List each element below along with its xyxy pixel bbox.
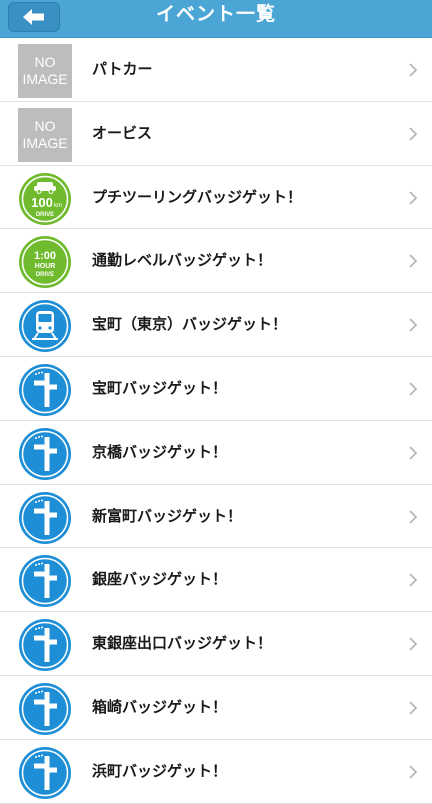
chevron-right-icon — [409, 63, 418, 77]
list-item[interactable]: 箱崎バッジゲット！ — [0, 675, 432, 740]
chevron-right-icon — [409, 254, 418, 269]
list-item[interactable]: 京橋バッジゲット！ — [0, 420, 432, 485]
no-image-text-line1: NO — [34, 54, 56, 70]
junction-badge-icon — [19, 427, 71, 480]
junction-badge-icon — [19, 555, 71, 608]
list-item-label: オービス — [92, 123, 153, 142]
list-item[interactable]: 新富町バッジゲット！ — [0, 484, 432, 549]
list-item[interactable]: 宝町（東京）バッジゲット！ — [0, 293, 432, 357]
list-item-label: プチツーリングバッジゲット！ — [92, 187, 303, 206]
list-item-label: 通勤レベルバッジゲット！ — [92, 251, 273, 270]
svg-text:1:00: 1:00 — [34, 250, 56, 262]
list-item[interactable]: 銀座バッジゲット！ — [0, 548, 432, 613]
list-item[interactable]: 100 km DRIVE プチツーリングバッジゲット！ — [0, 165, 432, 230]
chevron-right-icon — [409, 190, 418, 205]
no-image-text-line2: IMAGE — [22, 71, 68, 87]
chevron-right-icon — [409, 127, 418, 141]
list-item-label: 東銀座出口バッジゲット！ — [92, 634, 273, 653]
list-item[interactable]: NO IMAGE パトカー — [0, 38, 432, 102]
svg-text:DRIVE: DRIVE — [36, 212, 54, 218]
chevron-right-icon — [409, 509, 418, 524]
list-item-label: 箱崎バッジゲット！ — [92, 697, 228, 716]
no-image-text-line1: NO — [34, 117, 56, 134]
no-image-icon: NO IMAGE — [18, 44, 72, 98]
svg-text:HOUR: HOUR — [35, 263, 56, 270]
chevron-right-icon — [409, 637, 418, 651]
navigation-bar: イベント一覧 — [0, 0, 432, 38]
svg-text:km: km — [54, 203, 62, 209]
junction-badge-icon — [19, 491, 71, 544]
list-item-label: 新富町バッジゲット！ — [92, 506, 243, 525]
list-item-label: 宝町バッジゲット！ — [92, 378, 228, 397]
badge-1hour-drive-icon: 1:00 HOUR DRIVE — [19, 236, 71, 289]
junction-badge-icon — [19, 363, 71, 416]
list-item[interactable]: 浜町バッジゲット！ — [0, 739, 432, 804]
list-item[interactable]: 東銀座出口バッジゲット！ — [0, 612, 432, 676]
junction-badge-icon — [19, 619, 71, 672]
chevron-right-icon — [409, 765, 418, 779]
junction-badge-icon — [19, 682, 71, 735]
list-item[interactable]: NO IMAGE オービス — [0, 101, 432, 166]
list-item-label: パトカー — [92, 60, 153, 78]
chevron-right-icon — [409, 318, 418, 332]
list-item-label: 京橋バッジゲット！ — [92, 442, 228, 461]
page-title: イベント一覧 — [155, 3, 276, 25]
badge-100km-drive-icon: 100 km DRIVE — [19, 172, 71, 225]
event-list: NO IMAGE パトカー NO IMAGE オービス 100 km DRIVE… — [0, 38, 432, 804]
no-image-icon: NO IMAGE — [18, 107, 72, 162]
svg-text:DRIVE: DRIVE — [36, 272, 54, 278]
chevron-right-icon — [409, 382, 418, 396]
train-badge-icon — [19, 300, 71, 353]
list-item[interactable]: 1:00 HOUR DRIVE 通勤レベルバッジゲット！ — [0, 229, 432, 294]
svg-text:100: 100 — [31, 195, 53, 210]
chevron-right-icon — [409, 701, 418, 715]
list-item-label: 銀座バッジゲット！ — [92, 570, 228, 589]
list-item-label: 宝町（東京）バッジゲット！ — [92, 315, 288, 334]
junction-badge-icon — [19, 746, 71, 799]
no-image-text-line2: IMAGE — [22, 134, 68, 151]
list-item[interactable]: 宝町バッジゲット！ — [0, 356, 432, 421]
list-item-label: 浜町バッジゲット！ — [92, 761, 228, 780]
chevron-right-icon — [409, 573, 418, 588]
chevron-right-icon — [409, 446, 418, 460]
